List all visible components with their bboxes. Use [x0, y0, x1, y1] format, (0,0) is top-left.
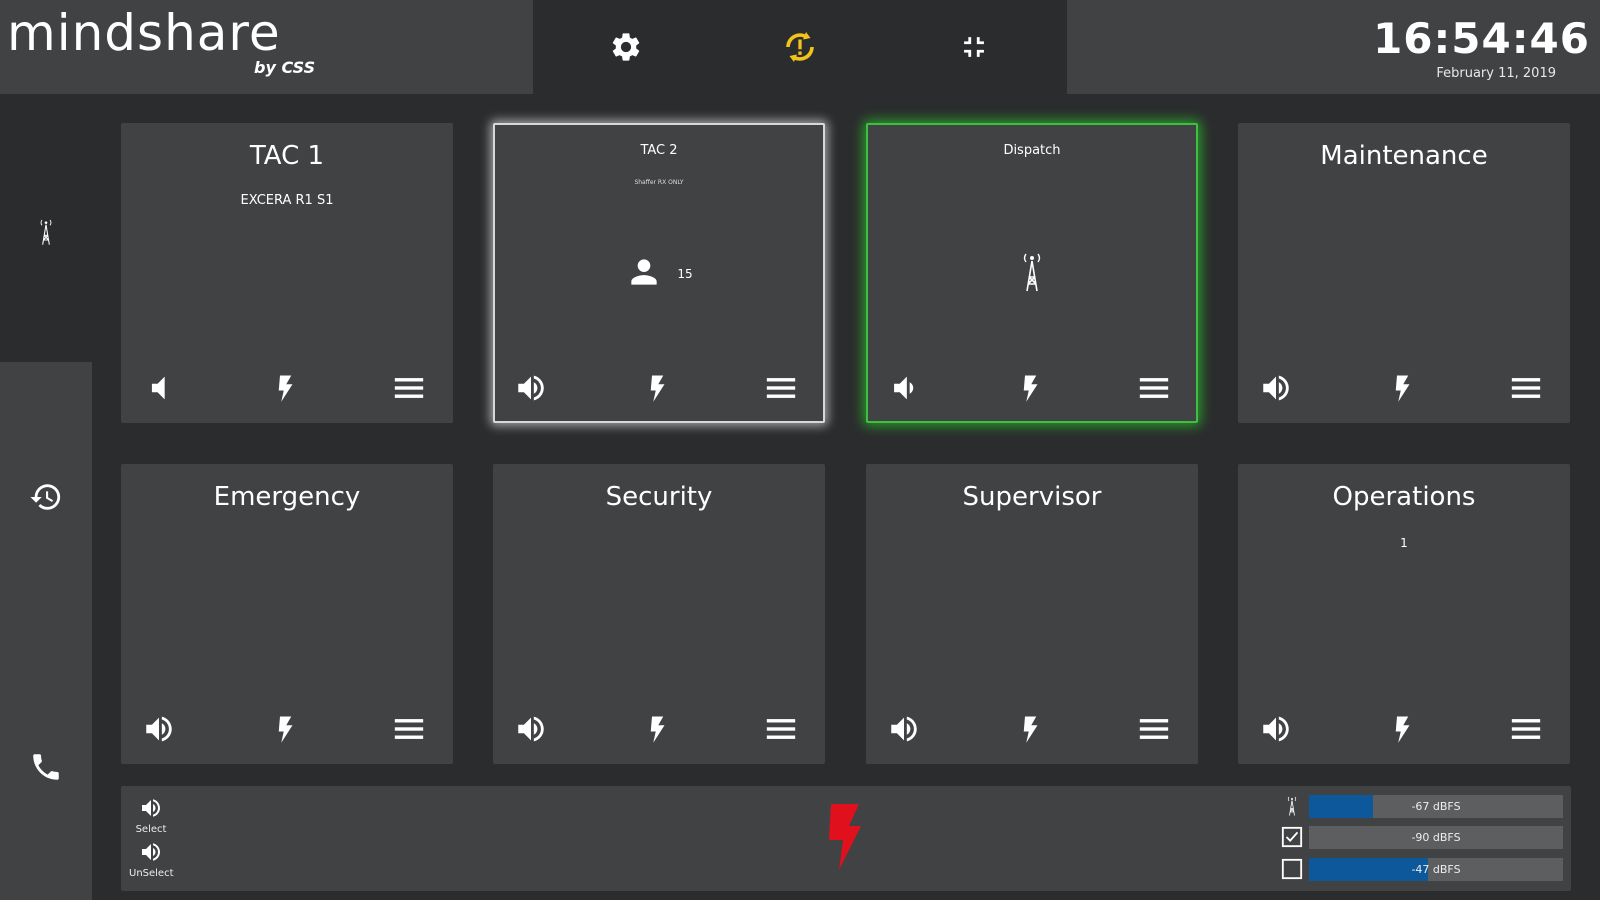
- channel-tile-tac2[interactable]: TAC 2 Shaffer RX ONLY 15: [493, 123, 825, 423]
- select-audio-button[interactable]: Select: [129, 796, 173, 835]
- status-bar: Select UnSelect -67 dBFS -90 dBFS -47 dB…: [121, 786, 1571, 891]
- channel-title: Security: [605, 482, 713, 512]
- sync-alert-icon[interactable]: [780, 27, 820, 67]
- radio-tower-icon: [1020, 248, 1044, 300]
- channel-tile-emergency[interactable]: Emergency: [121, 464, 453, 764]
- channel-title: Maintenance: [1320, 141, 1488, 171]
- level-meter: -47 dBFS: [1309, 858, 1563, 881]
- clock-time: 16:54:46: [1373, 14, 1590, 63]
- speaker-icon[interactable]: [886, 712, 922, 746]
- history-icon[interactable]: [26, 477, 66, 517]
- menu-icon[interactable]: [1508, 371, 1544, 405]
- member-info: 15: [495, 249, 823, 299]
- bolt-icon[interactable]: [1384, 712, 1420, 746]
- clock-date: February 11, 2019: [1436, 66, 1556, 81]
- bolt-icon[interactable]: [639, 712, 675, 746]
- bolt-icon[interactable]: [267, 712, 303, 746]
- radio-tower-icon[interactable]: [26, 212, 66, 252]
- level-meter: -90 dBFS: [1309, 826, 1563, 849]
- menu-icon[interactable]: [1136, 371, 1172, 405]
- menu-icon[interactable]: [1508, 712, 1544, 746]
- sidebar-bottom: [0, 362, 92, 900]
- channel-title: TAC 2: [640, 143, 678, 158]
- gear-icon[interactable]: [606, 27, 646, 67]
- channel-tile-maintenance[interactable]: Maintenance: [1238, 123, 1570, 423]
- unselect-audio-button[interactable]: UnSelect: [129, 840, 174, 879]
- bolt-icon[interactable]: [267, 371, 303, 405]
- bolt-icon[interactable]: [1012, 712, 1048, 746]
- menu-icon[interactable]: [763, 371, 799, 405]
- speaker-icon[interactable]: [1258, 371, 1294, 405]
- checkbox-empty-icon[interactable]: [1281, 858, 1303, 880]
- channel-tile-supervisor[interactable]: Supervisor: [866, 464, 1198, 764]
- menu-icon[interactable]: [391, 371, 427, 405]
- checkbox-checked-icon[interactable]: [1281, 826, 1303, 848]
- logo-area: mindshare by CSS: [0, 0, 533, 94]
- menu-icon[interactable]: [1136, 712, 1172, 746]
- tx-indicator: [868, 249, 1196, 299]
- level-meter: -67 dBFS: [1309, 795, 1563, 818]
- speaker-icon: [139, 840, 163, 864]
- meter-row: -67 dBFS: [1281, 795, 1571, 819]
- logo-subtitle: by CSS: [254, 58, 316, 77]
- collapse-icon[interactable]: [954, 27, 994, 67]
- channel-title: Emergency: [213, 482, 361, 512]
- meter-label: -90 dBFS: [1411, 831, 1461, 844]
- logo-text: mindshare: [7, 4, 281, 62]
- sidebar-top: [0, 94, 92, 362]
- meter-label: -47 dBFS: [1411, 863, 1461, 876]
- radio-tower-icon[interactable]: [1281, 795, 1303, 817]
- bolt-icon[interactable]: [1384, 371, 1420, 405]
- channel-tile-operations[interactable]: Operations 1: [1238, 464, 1570, 764]
- emergency-bolt-icon[interactable]: [823, 802, 865, 872]
- meter-row: -47 dBFS: [1281, 858, 1571, 882]
- meter-label: -67 dBFS: [1411, 800, 1461, 813]
- speaker-icon[interactable]: [513, 371, 549, 405]
- menu-icon[interactable]: [391, 712, 427, 746]
- unselect-label: UnSelect: [129, 868, 174, 879]
- channel-tile-dispatch[interactable]: Dispatch: [866, 123, 1198, 423]
- channel-tile-tac1[interactable]: TAC 1 EXCERA R1 S1: [121, 123, 453, 423]
- channel-title: Dispatch: [1003, 143, 1061, 158]
- clock-area: 16:54:46 February 11, 2019: [1067, 0, 1600, 94]
- bolt-icon[interactable]: [639, 371, 675, 405]
- speaker-icon[interactable]: [1258, 712, 1294, 746]
- menu-icon[interactable]: [763, 712, 799, 746]
- member-count: 15: [677, 267, 693, 281]
- speaker-icon[interactable]: [141, 712, 177, 746]
- meter-row: -90 dBFS: [1281, 826, 1571, 850]
- channel-title: Supervisor: [962, 482, 1102, 512]
- toolbar: [533, 0, 1067, 94]
- channel-title: Operations: [1332, 482, 1476, 512]
- channel-subtitle: EXCERA R1 S1: [240, 193, 334, 208]
- phone-icon[interactable]: [26, 747, 66, 787]
- speaker-icon[interactable]: [513, 712, 549, 746]
- person-icon: [625, 253, 663, 295]
- channel-title: TAC 1: [249, 141, 325, 171]
- speaker-muted-icon[interactable]: [141, 371, 177, 405]
- speaker-low-icon[interactable]: [886, 371, 922, 405]
- speaker-icon: [139, 796, 163, 820]
- channel-subtitle: Shaffer RX ONLY: [634, 179, 684, 186]
- select-label: Select: [135, 824, 167, 835]
- channel-tile-security[interactable]: Security: [493, 464, 825, 764]
- channel-count: 1: [1400, 536, 1408, 550]
- bolt-icon[interactable]: [1012, 371, 1048, 405]
